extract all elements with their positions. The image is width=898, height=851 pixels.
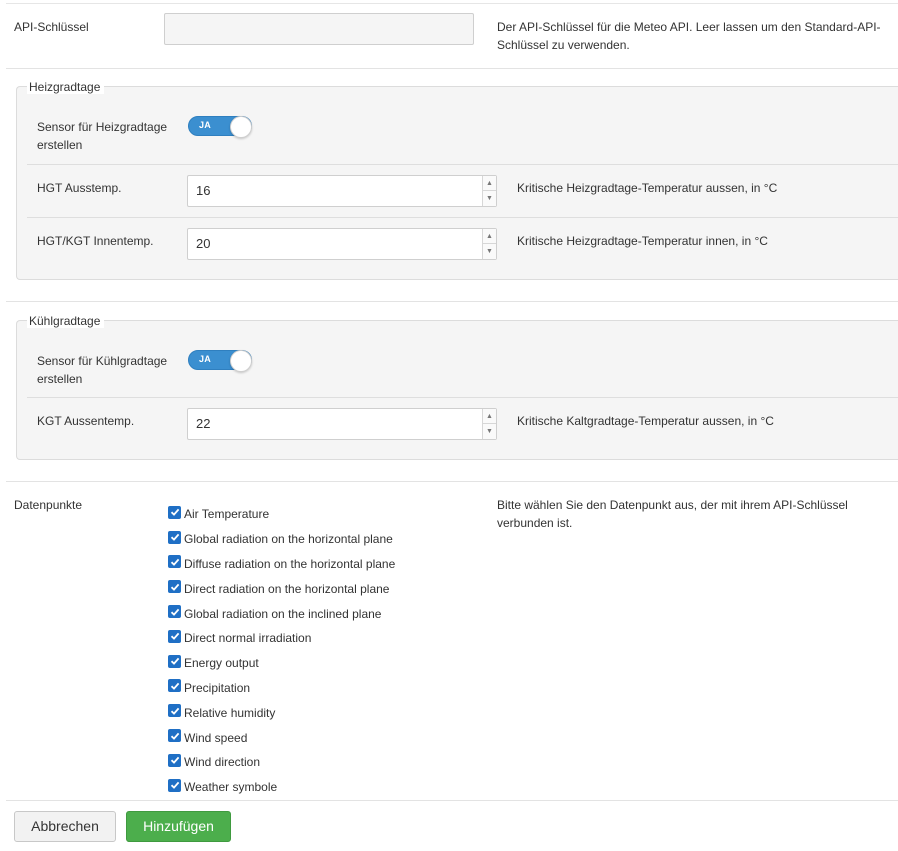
hgt-inside-temp-input[interactable]: 20 ▲ ▼ [187, 228, 497, 260]
hgt-inside-temp-label: HGT/KGT Innentemp. [37, 234, 154, 248]
number-spinner: ▲ ▼ [482, 176, 496, 206]
checkbox-checked-icon[interactable] [168, 580, 181, 594]
api-key-input[interactable] [164, 13, 474, 45]
top-divider [6, 3, 898, 4]
spin-down-icon[interactable]: ▼ [483, 424, 496, 439]
api-key-help-line1: Der API-Schlüssel für die Meteo API. Lee… [497, 20, 881, 34]
kgt-outside-temp-value: 22 [196, 416, 211, 431]
checkbox-checked-icon[interactable] [168, 654, 181, 668]
datapoint-label: Weather symbole [184, 780, 278, 795]
datapoint-label: Direct radiation on the horizontal plane [184, 581, 390, 596]
number-spinner: ▲ ▼ [482, 409, 496, 439]
spin-up-icon[interactable]: ▲ [483, 229, 496, 244]
hgt-outside-temp-input[interactable]: 16 ▲ ▼ [187, 175, 497, 207]
row-divider [27, 164, 898, 165]
divider [6, 481, 898, 482]
checkbox-checked-icon[interactable] [168, 704, 181, 718]
datapoint-item[interactable]: Diffuse radiation on the horizontal plan… [168, 550, 395, 575]
checkbox-checked-icon[interactable] [168, 605, 181, 619]
datapoints-label: Datenpunkte [14, 498, 83, 512]
row-divider [27, 217, 898, 218]
checkbox-checked-icon[interactable] [168, 555, 181, 569]
datapoint-item[interactable]: Wind speed [168, 723, 395, 748]
datapoint-checkbox-list: Air Temperature Global radiation on the … [168, 500, 395, 798]
cooling-group-legend: Kühlgradtage [27, 314, 105, 328]
row-divider [27, 397, 898, 398]
datapoint-label: Global radiation on the inclined plane [184, 606, 382, 621]
toggle-state-text: JA [199, 120, 212, 130]
heating-group-legend: Heizgradtage [27, 80, 105, 94]
hgt-inside-temp-help: Kritische Heizgradtage-Temperatur innen,… [517, 234, 768, 248]
checkbox-checked-icon[interactable] [168, 679, 181, 693]
checkbox-checked-icon[interactable] [168, 530, 181, 544]
datapoint-label: Relative humidity [184, 705, 276, 720]
hgt-outside-temp-help: Kritische Heizgradtage-Temperatur aussen… [517, 181, 778, 195]
datapoint-label: Direct normal irradiation [184, 631, 312, 646]
checkbox-checked-icon[interactable] [168, 753, 181, 767]
datapoint-item[interactable]: Weather symbole [168, 773, 395, 798]
datapoint-label: Precipitation [184, 680, 251, 695]
cooling-sensor-label-line2: erstellen [37, 372, 83, 386]
heating-sensor-toggle[interactable]: JA [188, 116, 252, 138]
cooling-sensor-label: Sensor für Kühlgradtage erstellen [37, 352, 167, 388]
api-key-help-line2: Schlüssel zu verwenden. [497, 38, 630, 52]
heating-sensor-label-line1: Sensor für Heizgradtage [37, 120, 168, 134]
datapoints-help-line1: Bitte wählen Sie den Datenpunkt aus, der… [497, 498, 848, 512]
hgt-outside-temp-label: HGT Ausstemp. [37, 181, 122, 195]
spin-down-icon[interactable]: ▼ [483, 191, 496, 206]
divider [6, 68, 898, 69]
footer-divider [6, 800, 898, 801]
datapoint-item[interactable]: Air Temperature [168, 500, 395, 525]
kgt-outside-temp-input[interactable]: 22 ▲ ▼ [187, 408, 497, 440]
datapoint-item[interactable]: Wind direction [168, 748, 395, 773]
spin-up-icon[interactable]: ▲ [483, 409, 496, 424]
datapoint-label: Diffuse radiation on the horizontal plan… [184, 556, 396, 571]
cooling-sensor-toggle[interactable]: JA [188, 350, 252, 372]
datapoint-item[interactable]: Relative humidity [168, 698, 395, 723]
datapoint-label: Global radiation on the horizontal plane [184, 532, 393, 547]
datapoint-item[interactable]: Global radiation on the horizontal plane [168, 525, 395, 550]
datapoint-label: Wind direction [184, 755, 261, 770]
kgt-outside-temp-help: Kritische Kaltgradtage-Temperatur aussen… [517, 414, 774, 428]
divider [6, 301, 898, 302]
checkbox-checked-icon[interactable] [168, 729, 181, 743]
datapoint-label: Air Temperature [184, 507, 270, 522]
datapoint-label: Wind speed [184, 730, 248, 745]
api-key-help: Der API-Schlüssel für die Meteo API. Lee… [497, 18, 892, 54]
add-button[interactable]: Hinzufügen [126, 811, 231, 842]
kgt-outside-temp-label: KGT Aussentemp. [37, 414, 135, 428]
number-spinner: ▲ ▼ [482, 229, 496, 259]
checkbox-checked-icon[interactable] [168, 778, 181, 792]
spin-up-icon[interactable]: ▲ [483, 176, 496, 191]
datapoint-item[interactable]: Global radiation on the inclined plane [168, 599, 395, 624]
datapoint-item[interactable]: Direct normal irradiation [168, 624, 395, 649]
spin-down-icon[interactable]: ▼ [483, 244, 496, 259]
hgt-outside-temp-value: 16 [196, 183, 211, 198]
toggle-knob [230, 350, 252, 372]
toggle-knob [230, 116, 252, 138]
checkbox-checked-icon[interactable] [168, 629, 181, 643]
datapoint-item[interactable]: Energy output [168, 649, 395, 674]
checkbox-checked-icon[interactable] [168, 505, 181, 519]
datapoint-label: Energy output [184, 656, 259, 671]
api-key-label: API-Schlüssel [14, 20, 89, 34]
heating-sensor-label-line2: erstellen [37, 138, 83, 152]
datapoints-help-line2: verbunden ist. [497, 516, 573, 530]
cooling-sensor-label-line1: Sensor für Kühlgradtage [37, 354, 168, 368]
heating-sensor-label: Sensor für Heizgradtage erstellen [37, 118, 167, 154]
datapoints-help: Bitte wählen Sie den Datenpunkt aus, der… [497, 496, 892, 532]
hgt-inside-temp-value: 20 [196, 236, 211, 251]
cancel-button[interactable]: Abbrechen [14, 811, 116, 842]
datapoint-item[interactable]: Direct radiation on the horizontal plane [168, 574, 395, 599]
datapoint-item[interactable]: Precipitation [168, 674, 395, 699]
toggle-state-text: JA [199, 354, 212, 364]
